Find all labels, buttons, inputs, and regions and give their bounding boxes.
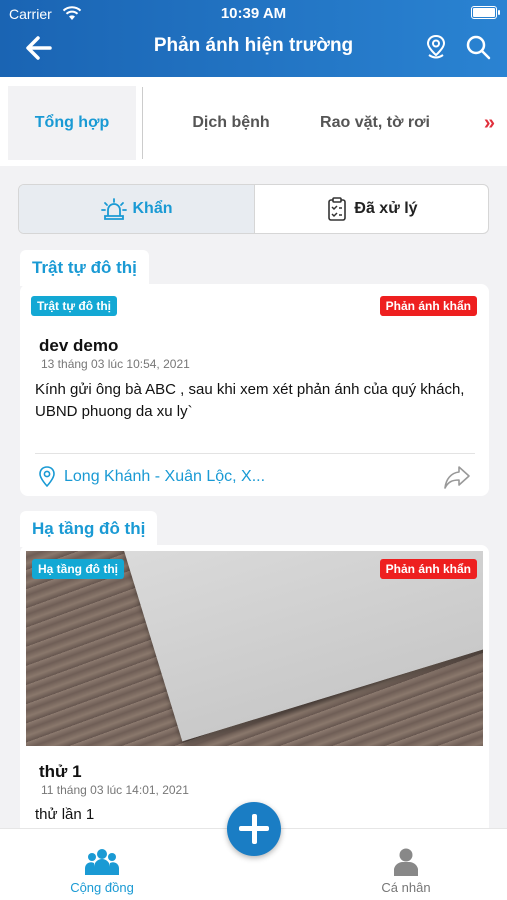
nav-community-label: Cộng đồng	[70, 880, 134, 895]
post-card[interactable]: Trật tự đô thị Phản ánh khẩn dev demo 13…	[20, 284, 489, 496]
post-photo[interactable]: Hạ tầng đô thị Phản ánh khẩn	[26, 551, 483, 746]
post-date: 11 tháng 03 lúc 14:01, 2021	[41, 783, 189, 797]
status-segment: Khẩn Đã xử lý	[18, 184, 489, 234]
add-post-button[interactable]	[227, 802, 281, 856]
category-chip: Trật tự đô thị	[31, 296, 118, 316]
nav-bar: Phản ánh hiện trường	[0, 28, 507, 68]
post-card[interactable]: Hạ tầng đô thị Phản ánh khẩn thử 1 11 th…	[20, 545, 489, 835]
status-time: 10:39 AM	[220, 5, 287, 22]
segment-urgent[interactable]: Khẩn	[19, 185, 254, 233]
tab-rao-vat[interactable]: Rao vặt, tờ rơi	[308, 86, 442, 160]
status-bar: Carrier 10:39 AM	[0, 0, 507, 28]
search-icon[interactable]	[465, 34, 491, 60]
post-title: dev demo	[39, 336, 119, 355]
tab-tong-hop[interactable]: Tổng hợp	[8, 86, 136, 160]
category-chip: Hạ tầng đô thị	[32, 559, 124, 579]
divider	[35, 453, 475, 454]
nav-community[interactable]: Cộng đồng	[62, 847, 142, 895]
battery-icon	[471, 6, 500, 19]
tab-dich-benh[interactable]: Dịch bệnh	[172, 86, 290, 160]
checklist-icon	[328, 197, 347, 221]
section-tab-ha-tang: Hạ tầng đô thị	[20, 511, 158, 547]
map-pin-icon[interactable]	[425, 34, 447, 60]
segment-resolved[interactable]: Đã xử lý	[254, 185, 488, 233]
tab-divider	[142, 87, 143, 159]
post-body: Kính gửi ông bà ABC , sau khi xem xét ph…	[35, 381, 465, 420]
post-title: thử 1	[39, 762, 82, 781]
segment-urgent-label: Khẩn	[132, 200, 173, 217]
post-location-text: Long Khánh - Xuân Lộc, X...	[64, 468, 266, 485]
person-icon	[394, 848, 418, 876]
alarm-icon	[100, 198, 127, 220]
category-tabs: Tổng hợp Dịch bệnh Rao vặt, tờ rơi »	[0, 77, 507, 166]
nav-profile[interactable]: Cá nhân	[366, 847, 446, 895]
app-header: Carrier 10:39 AM Phản ánh hiện trường	[0, 0, 507, 77]
urgent-chip: Phản ánh khẩn	[379, 559, 477, 579]
segment-resolved-label: Đã xử lý	[354, 200, 418, 217]
location-pin-icon	[39, 466, 55, 488]
more-tabs-icon[interactable]: »	[484, 86, 495, 160]
community-icon	[85, 849, 119, 875]
nav-profile-label: Cá nhân	[381, 880, 431, 895]
urgent-chip: Phản ánh khẩn	[379, 296, 477, 316]
share-icon[interactable]	[443, 464, 471, 490]
section-tab-trat-tu: Trật tự đô thị	[20, 250, 149, 286]
post-date: 13 tháng 03 lúc 10:54, 2021	[41, 357, 190, 371]
post-location[interactable]: Long Khánh - Xuân Lộc, X...	[38, 466, 265, 488]
